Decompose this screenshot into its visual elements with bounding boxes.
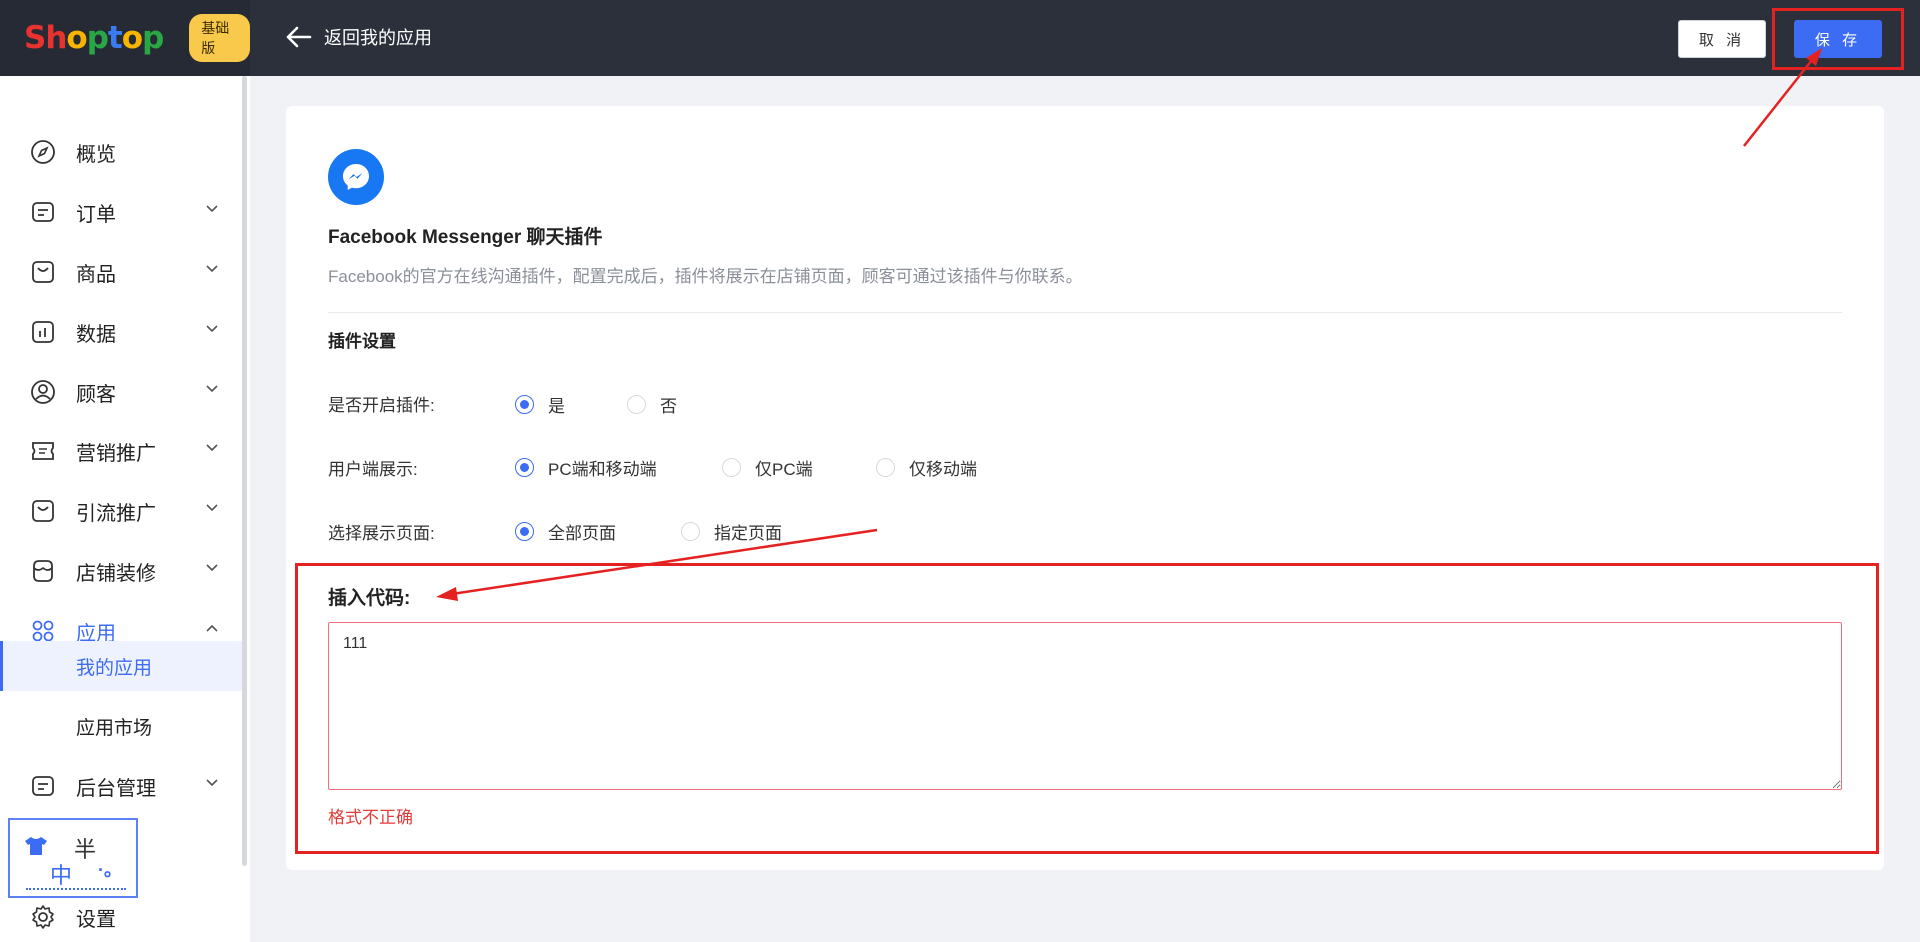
chevron-down-icon [206,205,218,213]
chevron-down-icon [206,444,218,452]
sidebar: 概览 订单 商品 数据 顾客 营销推广 引流推广 店铺装修 应用 我的应用 应用… [0,76,250,942]
sidebar-item-orders[interactable]: 订单 [0,187,240,237]
arrow-left-icon [286,26,312,48]
code-highlight-box [295,563,1879,854]
radio-label: 仅PC端 [755,460,813,479]
back-label: 返回我的应用 [324,28,432,48]
sidebar-item-label: 设置 [76,908,116,931]
radio-dot [876,458,895,477]
radio-enable-no[interactable]: 否 [627,392,677,417]
radio-pages-specific[interactable]: 指定页面 [681,519,782,544]
sidebar-item-label: 概览 [76,143,116,166]
sidebar-item-admin[interactable]: 后台管理 [0,761,240,811]
radio-display-pc-only[interactable]: 仅PC端 [722,455,813,480]
radio-label: 仅移动端 [909,460,977,479]
back-to-my-apps-link[interactable]: 返回我的应用 [286,24,432,50]
sidebar-subitem-my-apps[interactable]: 我的应用 [0,641,242,691]
bag-icon [30,259,56,285]
display-pages-label: 选择展示页面: [328,524,435,543]
radio-display-mobile-only[interactable]: 仅移动端 [876,455,977,480]
compass-icon [30,139,56,165]
radio-dot [627,395,646,414]
sidebar-item-label: 顾客 [76,383,116,406]
sidebar-item-data[interactable]: 数据 [0,307,240,357]
sidebar-item-traffic[interactable]: 引流推广 [0,486,240,536]
gear-icon [30,904,56,930]
ime-dots [26,888,126,890]
radio-dot [515,458,534,477]
radio-dot [515,395,534,414]
sidebar-item-store-design[interactable]: 店铺装修 [0,546,240,596]
sidebar-scrollbar[interactable] [242,76,247,866]
radio-label: 全部页面 [548,524,616,543]
sidebar-item-settings[interactable]: 设置 [0,892,240,942]
radio-pages-all[interactable]: 全部页面 [515,519,616,544]
divider [328,312,1842,313]
sidebar-item-customers[interactable]: 顾客 [0,367,240,417]
chevron-down-icon [206,385,218,393]
section-title: 插件设置 [328,332,396,351]
radio-label: PC端和移动端 [548,460,657,479]
sidebar-item-label: 订单 [76,203,116,226]
radio-label: 指定页面 [714,524,782,543]
sidebar-item-label: 后台管理 [76,777,156,800]
ime-punctuation[interactable]: ·。 [98,856,122,882]
sidebar-item-marketing[interactable]: 营销推广 [0,426,240,476]
ime-toolbar[interactable]: 半 中 ·。 [8,818,138,898]
chevron-up-icon [206,624,218,632]
sidebar-item-label: 店铺装修 [76,562,156,585]
chart-icon [30,319,56,345]
radio-label: 否 [660,397,677,416]
plugin-description: Facebook的官方在线沟通插件，配置完成后，插件将展示在店铺页面，顾客可通过… [328,267,1083,286]
shirt-icon [25,837,47,855]
radio-dot [515,522,534,541]
admin-icon [30,773,56,799]
brand-area: Shoptop 基础版 [0,0,250,76]
cancel-button[interactable]: 取 消 [1678,20,1766,58]
edition-badge: 基础版 [189,14,250,62]
bag-icon [30,498,56,524]
radio-enable-yes[interactable]: 是 [515,392,565,417]
enable-plugin-label: 是否开启插件: [328,396,435,415]
user-icon [30,379,56,405]
radio-display-pc-mobile[interactable]: PC端和移动端 [515,455,657,480]
sidebar-item-label: 营销推广 [76,442,156,465]
top-header: Shoptop 基础版 返回我的应用 取 消 保 存 [0,0,1920,76]
radio-dot [681,522,700,541]
plugin-title: Facebook Messenger 聊天插件 [328,227,603,248]
radio-dot [722,458,741,477]
shoptop-logo[interactable]: Shoptop [24,20,164,56]
store-icon [30,558,56,584]
ime-half-width[interactable]: 半 [74,832,96,864]
order-icon [30,199,56,225]
sidebar-item-overview[interactable]: 概览 [0,127,240,177]
sidebar-item-label: 引流推广 [76,502,156,525]
sidebar-item-products[interactable]: 商品 [0,247,240,297]
chevron-down-icon [206,265,218,273]
chevron-down-icon [206,504,218,512]
radio-label: 是 [548,397,565,416]
display-platform-label: 用户端展示: [328,460,418,479]
messenger-icon [328,149,384,205]
sidebar-item-label: 商品 [76,263,116,286]
sidebar-subitem-app-market[interactable]: 应用市场 [0,701,242,751]
chevron-down-icon [206,564,218,572]
sidebar-item-label: 数据 [76,323,116,346]
ticket-icon [30,438,56,464]
save-highlight-box [1772,8,1904,70]
ime-chinese-mode[interactable]: 中 [50,858,72,890]
chevron-down-icon [206,779,218,787]
chevron-down-icon [206,325,218,333]
